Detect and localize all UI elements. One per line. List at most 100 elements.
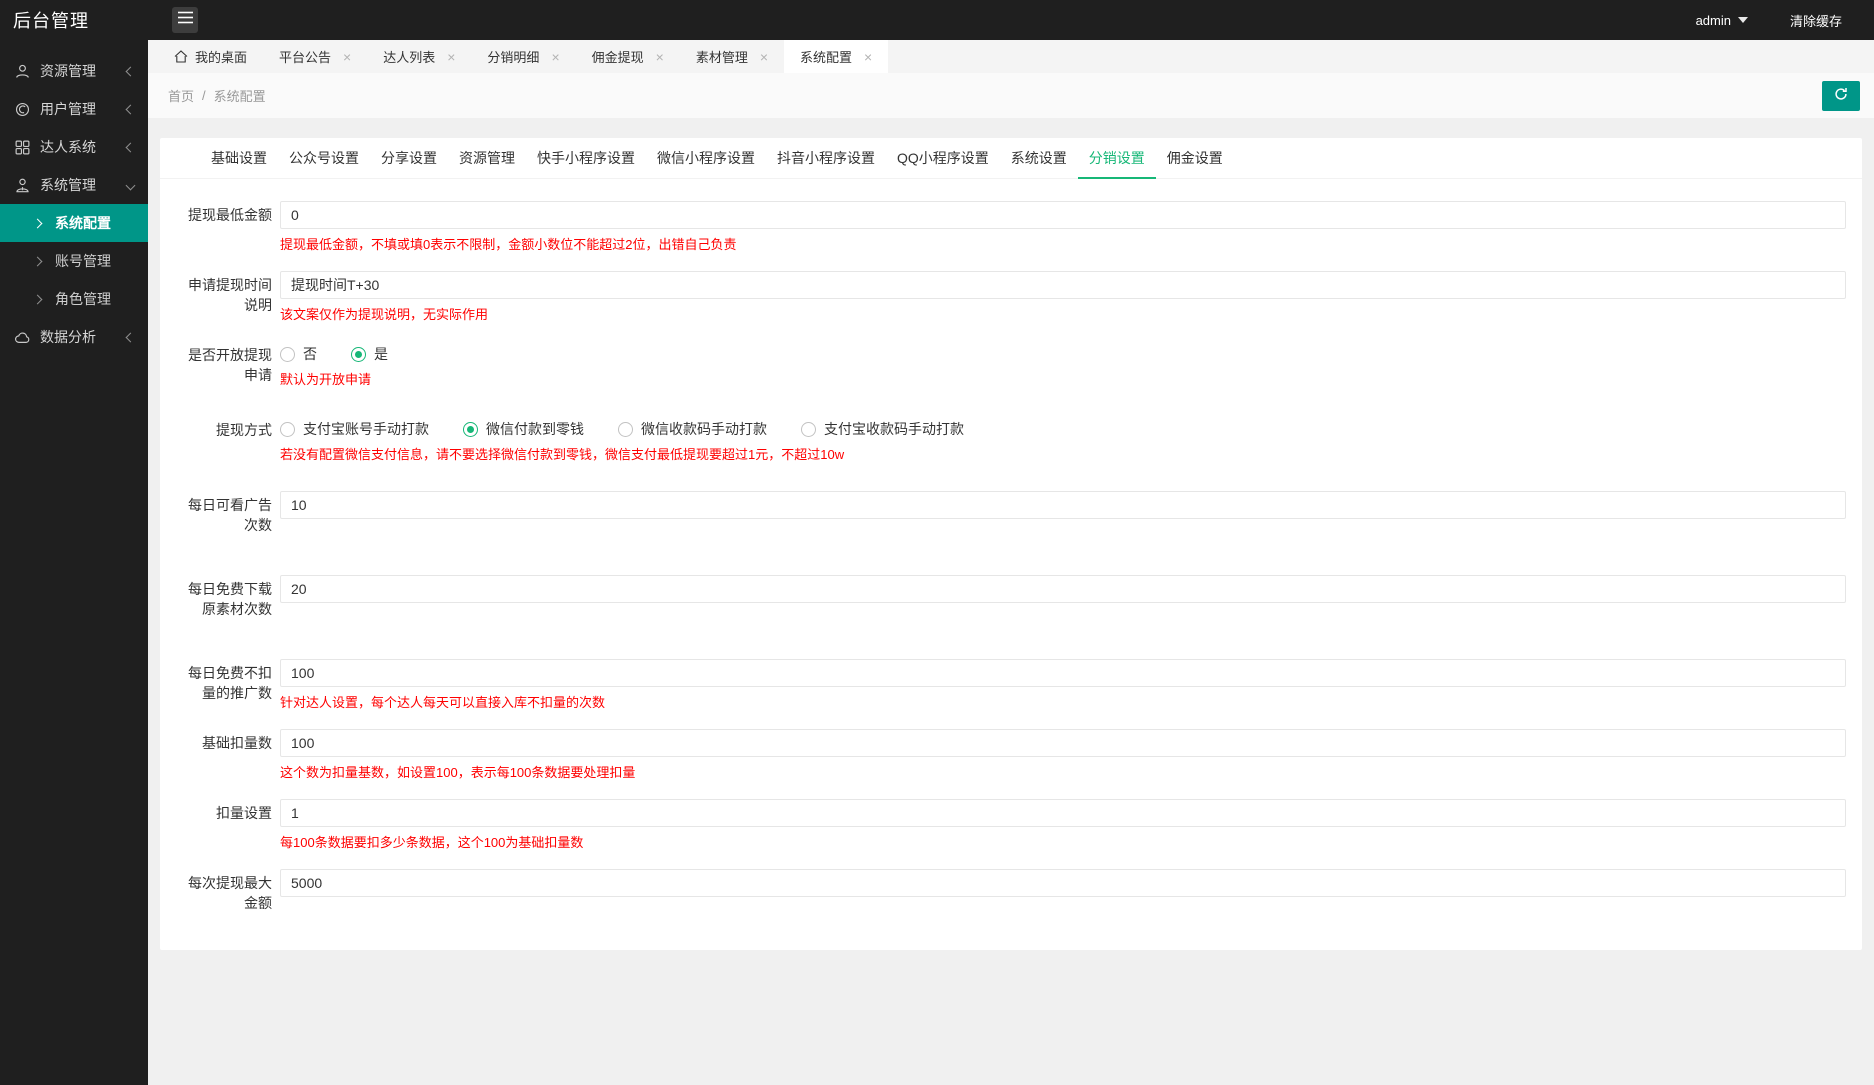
chevron-down-icon: [126, 180, 136, 190]
withdraw-open-radio-group: 否 是: [280, 341, 1846, 364]
window-tab[interactable]: 素材管理 ×: [680, 40, 784, 73]
field-label: 每次提现最大金额: [170, 869, 280, 913]
field-label: 每日可看广告次数: [170, 491, 280, 535]
withdraw-method-radio-group: 支付宝账号手动打款 微信付款到零钱 微信收款码手动打款 支付宝收款码手: [280, 416, 1846, 439]
window-tab[interactable]: 平台公告 ×: [263, 40, 367, 73]
sidebar-subitem-label: 系统配置: [55, 213, 111, 233]
base-deduction-input[interactable]: [280, 729, 1846, 757]
daily-free-downloads-input[interactable]: [280, 575, 1846, 603]
breadcrumb-current: 系统配置: [214, 86, 266, 105]
tab-share-settings[interactable]: 分享设置: [370, 138, 448, 178]
tab-wechat-miniapp[interactable]: 微信小程序设置: [646, 138, 766, 178]
chevron-left-icon: [126, 104, 136, 114]
form-row-daily-ad-views: 每日可看广告次数: [170, 491, 1846, 535]
sidebar-item-resource-mgmt[interactable]: 资源管理: [0, 52, 148, 90]
radio-option-alipay-qrcode[interactable]: 支付宝收款码手动打款: [801, 419, 964, 439]
grid-icon: [14, 139, 31, 156]
clear-cache-button[interactable]: 清除缓存: [1790, 11, 1842, 30]
window-tab-label: 达人列表: [383, 47, 435, 66]
globe-icon: [14, 101, 31, 118]
sidebar-item-label: 系统管理: [40, 175, 127, 195]
tab-douyin-miniapp[interactable]: 抖音小程序设置: [766, 138, 886, 178]
user-icon: [14, 63, 31, 80]
form-row-deduction-setting: 扣量设置 每100条数据要扣多少条数据，这个100为基础扣量数: [170, 799, 1846, 851]
min-withdraw-input[interactable]: [280, 201, 1846, 229]
close-icon[interactable]: ×: [447, 49, 455, 65]
chevron-left-icon: [126, 66, 136, 76]
window-tab-desktop[interactable]: 我的桌面: [158, 40, 263, 73]
daily-free-promotions-input[interactable]: [280, 659, 1846, 687]
form-row-daily-free-downloads: 每日免费下载原素材次数: [170, 575, 1846, 619]
field-label: 提现最低金额: [170, 201, 280, 253]
username: admin: [1696, 13, 1731, 28]
sidebar-item-user-mgmt[interactable]: 用户管理: [0, 90, 148, 128]
window-tab-label: 系统配置: [800, 47, 852, 66]
window-tab-label: 佣金提现: [592, 47, 644, 66]
sidebar-item-role-mgmt[interactable]: 角色管理: [0, 280, 148, 318]
sidebar-item-data-analysis[interactable]: 数据分析: [0, 318, 148, 356]
user-menu[interactable]: admin: [1696, 13, 1748, 28]
radio-option-wechat-qrcode[interactable]: 微信收款码手动打款: [618, 419, 767, 439]
form-row-daily-free-promotions: 每日免费不扣量的推广数 针对达人设置，每个达人每天可以直接入库不扣量的次数: [170, 659, 1846, 711]
tab-kuaishou-miniapp[interactable]: 快手小程序设置: [526, 138, 646, 178]
tab-system-settings[interactable]: 系统设置: [1000, 138, 1078, 178]
window-tab-system-config[interactable]: 系统配置 ×: [784, 40, 888, 73]
sidebar-item-account-mgmt[interactable]: 账号管理: [0, 242, 148, 280]
sidebar-item-talent-system[interactable]: 达人系统: [0, 128, 148, 166]
close-icon[interactable]: ×: [864, 49, 872, 65]
top-header: 后台管理 admin 清除缓存: [0, 0, 1874, 40]
tab-qq-miniapp[interactable]: QQ小程序设置: [886, 138, 1000, 178]
tab-basic-settings[interactable]: 基础设置: [200, 138, 278, 178]
window-tab[interactable]: 分销明细 ×: [471, 40, 575, 73]
field-hint: 默认为开放申请: [280, 371, 1846, 388]
close-icon[interactable]: ×: [656, 49, 664, 65]
close-icon[interactable]: ×: [551, 49, 559, 65]
radio-option-alipay-manual[interactable]: 支付宝账号手动打款: [280, 419, 429, 439]
chevron-right-icon: [33, 256, 43, 266]
close-icon[interactable]: ×: [760, 49, 768, 65]
sidebar-subitem-label: 角色管理: [55, 289, 111, 309]
radio-icon: [280, 347, 295, 362]
field-label: 提现方式: [170, 416, 280, 463]
tab-official-account-settings[interactable]: 公众号设置: [278, 138, 370, 178]
settings-form: 提现最低金额 提现最低金额，不填或填0表示不限制，金额小数位不能超过2位，出错自…: [160, 179, 1862, 950]
withdraw-time-note-input[interactable]: [280, 271, 1846, 299]
app-title: 后台管理: [0, 7, 148, 33]
settings-card: 基础设置 公众号设置 分享设置 资源管理 快手小程序设置 微信小程序设置 抖音小…: [160, 138, 1862, 950]
field-hint: 针对达人设置，每个达人每天可以直接入库不扣量的次数: [280, 694, 1846, 711]
form-row-withdraw-time-note: 申请提现时间说明 该文案仅作为提现说明，无实际作用: [170, 271, 1846, 323]
chevron-left-icon: [126, 332, 136, 342]
sidebar-item-system-mgmt[interactable]: 系统管理: [0, 166, 148, 204]
form-row-max-withdraw: 每次提现最大金额: [170, 869, 1846, 913]
sidebar-toggle-button[interactable]: [172, 7, 198, 33]
breadcrumb-home-link[interactable]: 首页: [168, 86, 194, 105]
radio-option-yes[interactable]: 是: [351, 344, 388, 364]
field-hint: 该文案仅作为提现说明，无实际作用: [280, 306, 1846, 323]
radio-icon: [463, 422, 478, 437]
window-tab[interactable]: 佣金提现 ×: [576, 40, 680, 73]
radio-option-no[interactable]: 否: [280, 344, 317, 364]
window-tab-label: 我的桌面: [195, 47, 247, 66]
chevron-right-icon: [33, 294, 43, 304]
tab-distribution-settings[interactable]: 分销设置: [1078, 138, 1156, 178]
settings-tab-bar: 基础设置 公众号设置 分享设置 资源管理 快手小程序设置 微信小程序设置 抖音小…: [160, 138, 1862, 179]
radio-option-wechat-change[interactable]: 微信付款到零钱: [463, 419, 584, 439]
sidebar-item-label: 达人系统: [40, 137, 127, 157]
refresh-button[interactable]: [1822, 81, 1860, 111]
sidebar-item-system-config[interactable]: 系统配置: [0, 204, 148, 242]
window-tab[interactable]: 达人列表 ×: [367, 40, 471, 73]
daily-ad-views-input[interactable]: [280, 491, 1846, 519]
deduction-setting-input[interactable]: [280, 799, 1846, 827]
field-label: 是否开放提现申请: [170, 341, 280, 388]
window-tab-bar: 我的桌面 平台公告 × 达人列表 × 分销明细 × 佣金提现 × 素材管理 × …: [148, 40, 1874, 73]
tab-commission-settings[interactable]: 佣金设置: [1156, 138, 1234, 178]
breadcrumb-row: 首页 / 系统配置: [148, 73, 1874, 118]
field-label: 扣量设置: [170, 799, 280, 851]
chevron-right-icon: [33, 218, 43, 228]
max-withdraw-input[interactable]: [280, 869, 1846, 897]
window-tab-label: 平台公告: [279, 47, 331, 66]
tab-resource-mgmt[interactable]: 资源管理: [448, 138, 526, 178]
sidebar-item-label: 数据分析: [40, 327, 127, 347]
close-icon[interactable]: ×: [343, 49, 351, 65]
refresh-icon: [1833, 86, 1849, 105]
